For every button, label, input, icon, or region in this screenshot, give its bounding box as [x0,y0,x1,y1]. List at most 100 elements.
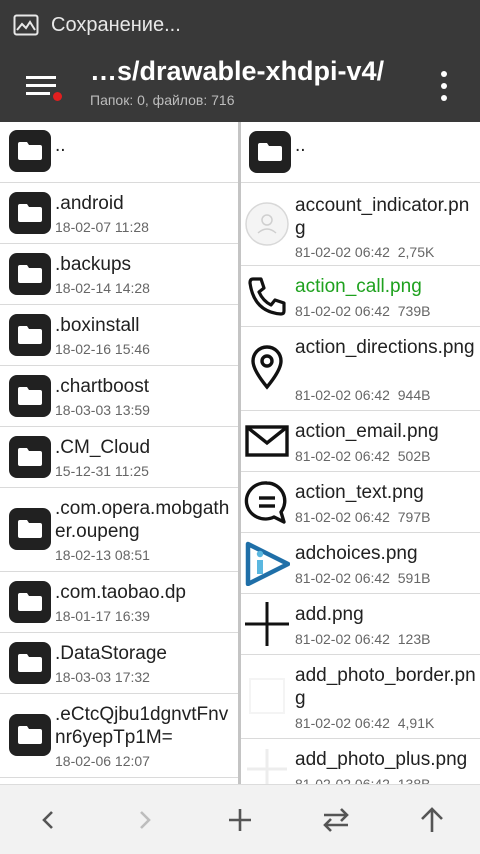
file-date: 15-12-31 11:25 [55,463,149,479]
menu-icon-bar [26,76,56,79]
list-item[interactable]: .chartboost 18-03-03 13:59 [0,366,238,427]
notification-dot [53,92,62,101]
file-name: .backups [55,254,132,275]
file-date: 18-02-14 14:28 [55,280,150,296]
back-icon[interactable] [31,803,65,837]
adchoices-icon [245,541,290,586]
list-item-up[interactable]: .. [0,122,238,183]
file-size: 739B [397,303,431,319]
file-meta: 81-02-02 06:42 797B [295,509,430,525]
file-name: .eCtcQjbu1dgnvtFnvnr6yepTp1M= [55,704,229,748]
file-date: 81-02-02 06:42 [295,715,390,731]
list-item[interactable]: .eCtcQjbu1dgnvtFnvnr6yepTp1M= 18-02-06 1… [0,694,238,778]
current-path[interactable]: …s/drawable-xhdpi-v4/ [90,56,384,87]
swap-icon[interactable] [319,803,353,837]
list-item[interactable]: action_directions.png 81-02-02 06:42 944… [241,327,480,411]
folder-icon [9,714,51,756]
file-meta: 81-02-02 06:42 4,91K [295,715,434,731]
right-pane[interactable]: .. account_indicator.png 81-02-02 06:42 … [241,122,480,784]
folder-icon [9,314,51,356]
file-name: add_photo_border.png [295,665,476,709]
chat-bubble-icon [244,481,287,524]
forward-icon[interactable] [128,803,162,837]
file-name: account_indicator.png [295,195,470,239]
list-item[interactable]: adchoices.png 81-02-02 06:42 591B [241,533,480,594]
file-name: .DataStorage [55,643,167,664]
file-date: 18-02-07 11:28 [55,219,149,235]
folder-icon [9,130,51,172]
left-pane[interactable]: .. .android 18-02-07 11:28 .backups 18-0… [0,122,238,784]
folder-icon [9,375,51,417]
folder-icon [9,253,51,295]
file-size: 2,75K [397,244,435,260]
phone-icon [248,277,286,316]
list-item[interactable]: add.png 81-02-02 06:42 123B [241,594,480,655]
list-item[interactable]: action_call.png 81-02-02 06:42 739B [241,266,480,327]
file-name: add_photo_plus.png [295,749,468,770]
list-item[interactable]: .CM_Cloud 15-12-31 11:25 [0,427,238,488]
folder-icon [9,436,51,478]
file-name: .android [55,193,124,214]
location-pin-icon [251,345,283,390]
file-meta: 81-02-02 06:42 138B [295,776,430,784]
list-item[interactable]: account_indicator.png 81-02-02 06:42 2,7… [241,183,480,266]
email-icon [245,425,289,457]
folder-icon [9,581,51,623]
folder-icon [249,131,291,173]
list-item[interactable]: add_photo_border.png 81-02-02 06:42 4,91… [241,655,480,739]
photo-border-icon [249,678,285,714]
file-date: 81-02-02 06:42 [295,509,390,525]
list-item[interactable]: action_text.png 81-02-02 06:42 797B [241,472,480,533]
file-name: action_directions.png [295,337,475,358]
menu-icon-bar [26,92,50,95]
list-item[interactable]: action_email.png 81-02-02 06:42 502B [241,411,480,472]
file-date: 81-02-02 06:42 [295,303,390,319]
file-date: 81-02-02 06:42 [295,448,390,464]
toolbar: …s/drawable-xhdpi-v4/ Папок: 0, файлов: … [0,50,480,122]
file-date: 18-02-06 12:07 [55,753,150,769]
file-date: 81-02-02 06:42 [295,570,390,586]
file-name: action_email.png [295,421,439,442]
file-date: 81-02-02 06:42 [295,387,390,403]
file-size: 502B [397,448,431,464]
file-date: 18-03-03 13:59 [55,402,150,418]
file-date: 18-01-17 16:39 [55,608,150,624]
file-date: 81-02-02 06:42 [295,776,390,784]
add-icon[interactable] [223,803,257,837]
file-meta: 81-02-02 06:42 502B [295,448,430,464]
image-icon [13,14,39,36]
menu-button[interactable] [22,68,66,108]
file-date: 81-02-02 06:42 [295,244,390,260]
list-item-up[interactable]: .. [241,122,480,183]
folder-icon [9,508,51,550]
status-bar: Сохранение... [0,0,480,50]
file-name: .. [55,135,66,156]
folder-icon [9,192,51,234]
status-text: Сохранение... [51,13,181,36]
list-item[interactable]: add_photo_plus.png 81-02-02 06:42 138B [241,739,480,784]
folder-icon [9,642,51,684]
file-size: 797B [397,509,431,525]
file-meta: 81-02-02 06:42 123B [295,631,430,647]
file-size: 944B [397,387,431,403]
file-date: 18-02-16 15:46 [55,341,150,357]
list-item[interactable]: .android 18-02-07 11:28 [0,183,238,244]
file-name: action_text.png [295,482,424,503]
file-name: .chartboost [55,376,149,397]
file-name: .boxinstall [55,315,140,336]
account-circle-icon [245,202,289,246]
file-name: .. [295,135,306,156]
file-name: .com.taobao.dp [55,582,186,603]
up-icon[interactable] [415,803,449,837]
bottom-action-bar [0,784,480,854]
more-options-button[interactable] [432,66,456,106]
list-item[interactable]: .com.opera.mobgather.oupeng 18-02-13 08:… [0,488,238,572]
file-date: 18-02-13 08:51 [55,547,150,563]
list-item[interactable]: .backups 18-02-14 14:28 [0,244,238,305]
list-item[interactable]: .com.taobao.dp 18-01-17 16:39 [0,572,238,633]
file-name: .CM_Cloud [55,437,151,458]
file-size: 138B [397,776,431,784]
list-item[interactable]: .boxinstall 18-02-16 15:46 [0,305,238,366]
menu-icon-bar [26,84,56,87]
list-item[interactable]: .DataStorage 18-03-03 17:32 [0,633,238,694]
